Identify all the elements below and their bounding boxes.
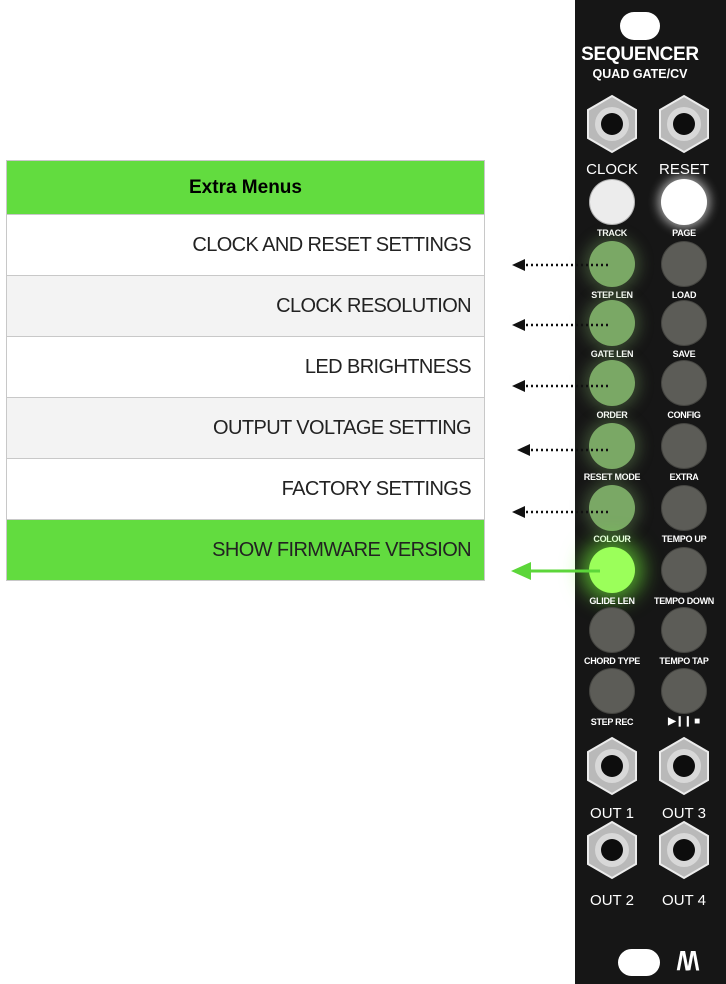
clock-reset-settings-button[interactable]	[589, 241, 635, 287]
menu-item-clock-reset[interactable]: CLOCK AND RESET SETTINGS	[7, 215, 484, 276]
page-label: PAGE	[672, 228, 696, 238]
bottom-logo-pill	[618, 949, 660, 976]
tempo-tap-label: TEMPO TAP	[659, 656, 709, 666]
module-subtitle: QUAD GATE/CV	[592, 67, 688, 81]
play-stop-label: ▶❙❙ ■	[668, 716, 700, 727]
out-3-jack[interactable]	[654, 736, 714, 796]
track-label: TRACK	[597, 228, 627, 238]
right-button-9[interactable]	[661, 668, 707, 714]
module-title: SEQUENCER	[581, 44, 699, 65]
gate-len-label: GATE LEN	[590, 349, 634, 359]
left-button-9[interactable]	[589, 668, 635, 714]
colour-label: COLOUR	[593, 534, 631, 544]
left-button-8[interactable]	[589, 607, 635, 653]
extra-menu-table: Extra Menus CLOCK AND RESET SETTINGS CLO…	[6, 160, 485, 581]
step-rec-label: STEP REC	[590, 717, 634, 727]
right-button-2[interactable]	[661, 241, 707, 287]
tempo-down-label: TEMPO DOWN	[654, 596, 714, 606]
config-label: CONFIG	[667, 410, 701, 420]
menu-item-led-brightness[interactable]: LED BRIGHTNESS	[7, 337, 484, 398]
tempo-up-label: TEMPO UP	[661, 534, 707, 544]
sequencer-module-panel: SEQUENCER QUAD GATE/CV CLOCK RESET TRACK…	[575, 0, 726, 984]
reset-jack[interactable]	[654, 94, 714, 154]
right-button-1[interactable]	[661, 179, 707, 225]
brand-logo-text: /\/\	[676, 946, 700, 976]
output-voltage-button[interactable]	[589, 423, 635, 469]
clock-jack[interactable]	[582, 94, 642, 154]
step-len-label: STEP LEN	[591, 290, 633, 300]
clock-resolution-button[interactable]	[589, 300, 635, 346]
chord-type-label: CHORD TYPE	[583, 656, 641, 666]
out-2-label: OUT 2	[590, 892, 634, 909]
led-brightness-button[interactable]	[589, 360, 635, 406]
order-label: ORDER	[596, 410, 628, 420]
menu-item-output-voltage[interactable]: OUTPUT VOLTAGE SETTING	[7, 398, 484, 459]
out-4-jack[interactable]	[654, 820, 714, 880]
right-button-7[interactable]	[661, 547, 707, 593]
right-button-3[interactable]	[661, 300, 707, 346]
factory-settings-button[interactable]	[589, 485, 635, 531]
right-button-8[interactable]	[661, 607, 707, 653]
load-label: LOAD	[671, 290, 697, 300]
left-button-1[interactable]	[589, 179, 635, 225]
menu-item-firmware-version[interactable]: SHOW FIRMWARE VERSION	[7, 520, 484, 580]
menu-item-clock-resolution[interactable]: CLOCK RESOLUTION	[7, 276, 484, 337]
reset-mode-label: RESET MODE	[583, 472, 641, 482]
top-mount-hole	[620, 12, 660, 40]
glide-len-label: GLIDE LEN	[589, 596, 635, 606]
firmware-version-button[interactable]	[589, 547, 635, 593]
extra-label: EXTRA	[669, 472, 699, 482]
menu-header: Extra Menus	[7, 161, 484, 215]
clock-jack-label: CLOCK	[586, 161, 638, 178]
save-label: SAVE	[672, 349, 696, 359]
menu-item-factory-settings[interactable]: FACTORY SETTINGS	[7, 459, 484, 520]
reset-jack-label: RESET	[658, 161, 710, 178]
out-4-label: OUT 4	[662, 892, 706, 909]
right-button-6[interactable]	[661, 485, 707, 531]
out-2-jack[interactable]	[582, 820, 642, 880]
out-1-jack[interactable]	[582, 736, 642, 796]
right-button-4[interactable]	[661, 360, 707, 406]
right-button-5[interactable]	[661, 423, 707, 469]
